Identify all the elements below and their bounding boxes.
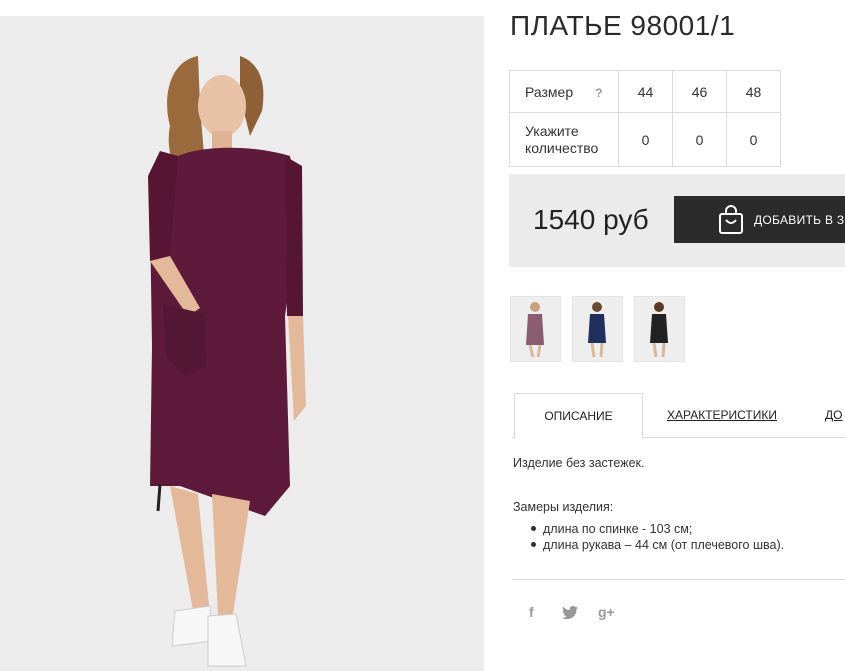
product-price: 1540 руб <box>533 204 649 235</box>
size-48[interactable]: 48 <box>726 70 781 113</box>
shopping-bag-icon <box>719 205 743 234</box>
thumbnail-black-dress[interactable] <box>634 296 685 362</box>
thumbnail-figure <box>650 302 668 358</box>
add-to-cart-label: ДОБАВИТЬ В З <box>754 213 845 227</box>
quantity-label-cell: Укажите количество <box>509 112 619 167</box>
quantity-input-46[interactable]: 0 <box>672 112 727 167</box>
size-44[interactable]: 44 <box>618 70 673 113</box>
help-icon[interactable]: ? <box>595 86 602 100</box>
size-46[interactable]: 46 <box>672 70 727 113</box>
size-quantity-table: Размер? 44 46 48 Укажите количество 0 0 … <box>509 70 781 167</box>
tab-characteristics[interactable]: ХАРАКТЕРИСТИКИ <box>667 393 777 438</box>
product-info-tabs: ОПИСАНИЕ ХАРАКТЕРИСТИКИ ДО <box>512 393 845 439</box>
quantity-row: Укажите количество 0 0 0 <box>509 112 781 167</box>
thumbnail-figure <box>526 302 544 358</box>
model-illustration <box>148 56 306 667</box>
divider <box>512 579 845 580</box>
price-panel: 1540 руб ДОБАВИТЬ В З <box>509 174 845 267</box>
facebook-icon[interactable]: f <box>529 604 534 620</box>
tab-delivery[interactable]: ДО <box>825 393 842 438</box>
add-to-cart-button[interactable]: ДОБАВИТЬ В З <box>674 196 845 243</box>
quantity-input-44[interactable]: 0 <box>618 112 673 167</box>
thumbnail-purple-dress[interactable] <box>510 296 561 362</box>
measurement-item: длина рукава – 44 см (от плечевого шва). <box>530 538 785 552</box>
product-title: ПЛАТЬЕ 98001/1 <box>510 10 736 41</box>
size-label: Размер <box>525 83 574 100</box>
quantity-label: Укажите количество <box>525 122 599 156</box>
description-text: Изделие без застежек. <box>513 456 645 470</box>
size-label-cell: Размер? <box>509 70 619 113</box>
thumbnail-figure <box>588 302 606 358</box>
measurement-item: длина по спинке - 103 см; <box>530 521 784 537</box>
quantity-input-48[interactable]: 0 <box>726 112 781 167</box>
tab-description[interactable]: ОПИСАНИЕ <box>514 393 643 439</box>
size-row: Размер? 44 46 48 <box>509 70 781 113</box>
measurements-list: длина по спинке - 103 см; длина рукава –… <box>530 521 785 553</box>
thumbnail-navy-dress[interactable] <box>572 296 623 362</box>
twitter-bird-icon[interactable] <box>562 605 578 622</box>
measurements-title: Замеры изделия: <box>513 500 614 514</box>
product-main-photo[interactable] <box>0 16 484 671</box>
google-plus-icon[interactable]: g+ <box>598 604 615 620</box>
